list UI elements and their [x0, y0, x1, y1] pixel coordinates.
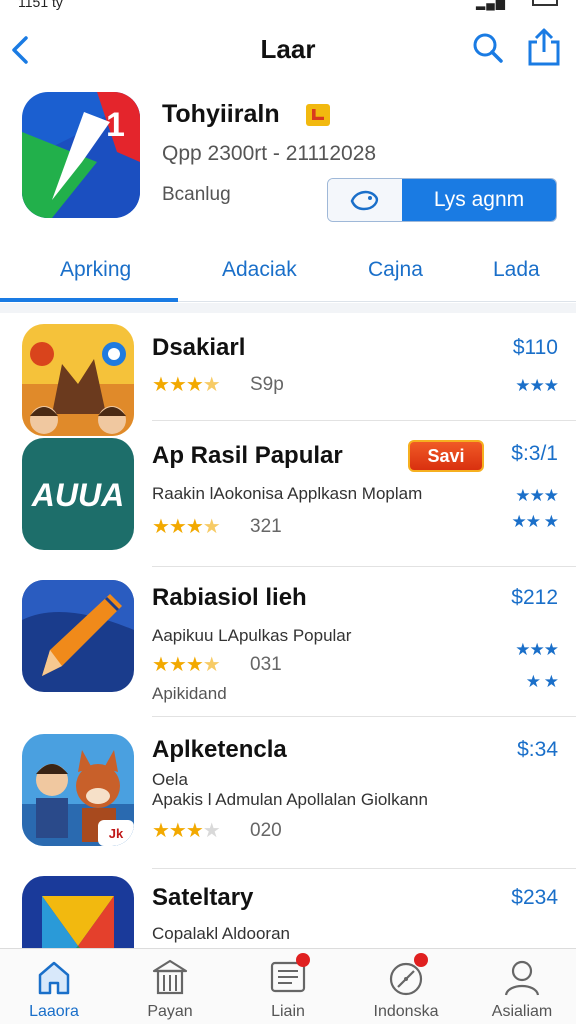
app-description: Raakin lAokonisa Applkasn Moplam: [152, 484, 423, 503]
app-description: Apakis l Admulan Apollalan Giolkann: [152, 790, 428, 809]
side-stars: ★★★: [515, 376, 559, 395]
app-title: Aplketencla: [152, 736, 287, 763]
tabbar-item-liain[interactable]: Liain: [233, 953, 343, 1021]
notification-dot: [296, 953, 310, 967]
app-subtitle: Qpp 2300rt - 21112028: [162, 142, 377, 165]
row-divider: [152, 716, 576, 717]
svg-text:AUUA: AUUA: [31, 477, 124, 513]
row-divider: [152, 868, 576, 869]
app-icon: Jk: [22, 734, 134, 846]
tabbar-item-payan[interactable]: Payan: [115, 957, 225, 1021]
app-badge-icon: [306, 104, 330, 126]
bottom-tab-bar: Laaora Payan Liain Indonska Asialiam: [0, 948, 576, 1024]
app-description: Aapikuu LApulkas Popular: [152, 626, 352, 645]
app-subtitle: Oela: [152, 770, 188, 789]
tabbar-item-indonska[interactable]: Indonska: [351, 953, 461, 1021]
signal-icon: ▂▄▆: [476, 0, 506, 10]
app-developer: Bcanlug: [162, 184, 231, 205]
compass-icon: [386, 953, 428, 997]
tabbar-item-asialiam[interactable]: Asialiam: [467, 957, 576, 1021]
rating-count: 020: [250, 820, 282, 841]
section-divider: [0, 303, 576, 313]
app-icon: [22, 580, 134, 692]
wishlist-button[interactable]: [328, 179, 402, 221]
app-icon: 1: [22, 92, 140, 218]
get-button[interactable]: Lys agnm: [402, 179, 556, 221]
app-title: Dsakiarl: [152, 334, 246, 361]
building-icon: [150, 957, 190, 997]
tabbar-label: Laaora: [29, 1003, 79, 1020]
tabbar-label: Payan: [147, 1003, 193, 1020]
rating-stars: ★★★★: [152, 516, 221, 538]
rating-count: 031: [250, 654, 282, 675]
tabbar-item-home[interactable]: Laaora: [0, 957, 109, 1021]
side-stars: ★★★: [515, 486, 559, 505]
battery-icon: [532, 0, 558, 6]
app-price[interactable]: $:3/1: [511, 442, 558, 466]
share-button[interactable]: [524, 26, 564, 68]
tab-aprking[interactable]: Aprking: [60, 258, 131, 282]
status-time: 1151 ty: [18, 0, 63, 10]
app-icon: AUUA: [22, 438, 134, 550]
app-title: Ap Rasil Papular: [152, 442, 343, 469]
list-icon: [268, 953, 310, 997]
tabbar-label: Asialiam: [491, 1003, 553, 1020]
app-header: 1 Tohyiiraln Qpp 2300rt - 21112028 Bcanl…: [0, 92, 576, 242]
side-stars-secondary: ★ ★: [525, 672, 559, 691]
app-price[interactable]: $234: [511, 886, 558, 910]
status-bar: 1151 ty ▂▄▆: [0, 0, 576, 14]
row-divider: [152, 420, 576, 421]
rating-stars: ★★★★: [152, 374, 221, 396]
app-price[interactable]: $212: [511, 586, 558, 610]
rating-stars: ★★★★: [152, 654, 221, 676]
home-icon: [34, 957, 74, 997]
app-title: Sateltary: [152, 884, 254, 911]
person-icon: [502, 957, 542, 997]
app-price[interactable]: $:34: [517, 738, 558, 762]
tabbar-label: Indonska: [373, 1003, 439, 1020]
side-stars-secondary: ★★ ★: [511, 512, 559, 531]
tab-indicator: [0, 298, 178, 302]
category-tabs: Aprking Adaciak Cajna Lada: [0, 246, 576, 302]
app-icon: [22, 324, 134, 436]
app-title: Rabiasiol lieh: [152, 584, 307, 611]
bird-icon: [350, 190, 379, 211]
row-divider: [152, 566, 576, 567]
app-category: Apikidand: [152, 684, 227, 703]
tabbar-label: Liain: [271, 1003, 305, 1020]
side-stars: ★★★: [515, 640, 559, 659]
rating-count: S9p: [250, 374, 284, 395]
search-button[interactable]: [470, 30, 506, 66]
navigation-bar: Laar: [0, 20, 576, 80]
rating-stars: ★★★★: [152, 820, 221, 842]
tab-adaciak[interactable]: Adaciak: [222, 258, 297, 282]
app-name: Tohyiiraln: [162, 100, 280, 128]
sale-badge: Savi: [408, 440, 484, 472]
notification-dot: [414, 953, 428, 967]
action-button-group: Lys agnm: [327, 178, 557, 222]
svg-text:1: 1: [106, 106, 125, 144]
tab-cajna[interactable]: Cajna: [368, 258, 423, 282]
app-price[interactable]: $110: [513, 336, 558, 360]
svg-text:Jk: Jk: [109, 826, 124, 841]
app-description: Copalakl Aldooran: [152, 924, 290, 943]
rating-count: 321: [250, 516, 282, 537]
tab-lada[interactable]: Lada: [493, 258, 540, 282]
search-icon: [473, 33, 503, 63]
share-icon: [528, 28, 560, 66]
